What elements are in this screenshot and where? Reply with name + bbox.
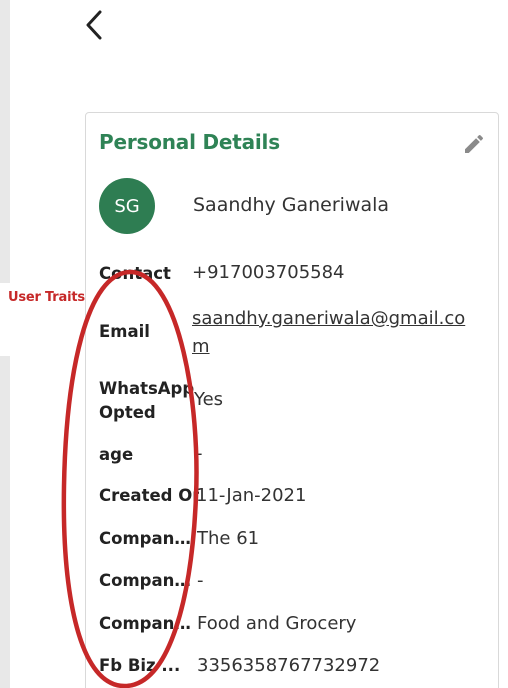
left-panel-edge [0, 0, 10, 283]
user-traits-annotation-label: User Traits [8, 290, 85, 305]
age-value: - [196, 443, 203, 464]
contact-profile-panel: User Traits Personal Details SG Saandhy … [0, 0, 508, 688]
email-label: Email [99, 322, 150, 341]
age-label: age [99, 445, 134, 464]
company-field-value: - [197, 570, 204, 591]
company-field-label: Company... [99, 529, 193, 548]
chevron-left-icon [86, 10, 102, 40]
profile-name: Saandhy Ganeriwala [193, 194, 390, 216]
pencil-icon [465, 134, 484, 153]
email-link[interactable]: saandhy.ganeriwala@gmail.com [192, 305, 482, 361]
fb-biz-value: 3356358767732972 [197, 655, 381, 676]
whatsapp-opted-label: WhatsApp Opted [99, 379, 195, 422]
contact-label: Contact [99, 264, 171, 283]
card-title: Personal Details [99, 130, 280, 154]
company-field-label: Company... [99, 614, 193, 633]
avatar: SG [99, 178, 155, 234]
edit-button[interactable] [462, 132, 486, 156]
created-on-value: 11-Jan-2021 [196, 485, 307, 506]
company-field-value: The 61 [197, 528, 260, 549]
avatar-initials: SG [114, 195, 140, 217]
contact-value: +917003705584 [192, 262, 345, 283]
whatsapp-opted-value: Yes [194, 389, 224, 410]
company-field-value: Food and Grocery [197, 613, 357, 634]
back-button[interactable] [82, 8, 110, 42]
company-field-label: Company... [99, 571, 193, 590]
created-on-label: Created On [99, 486, 199, 505]
personal-details-card: Personal Details SG Saandhy Ganeriwala C… [85, 112, 499, 688]
left-panel-edge [0, 356, 10, 688]
fb-biz-label: Fb Biz ... [99, 656, 181, 675]
